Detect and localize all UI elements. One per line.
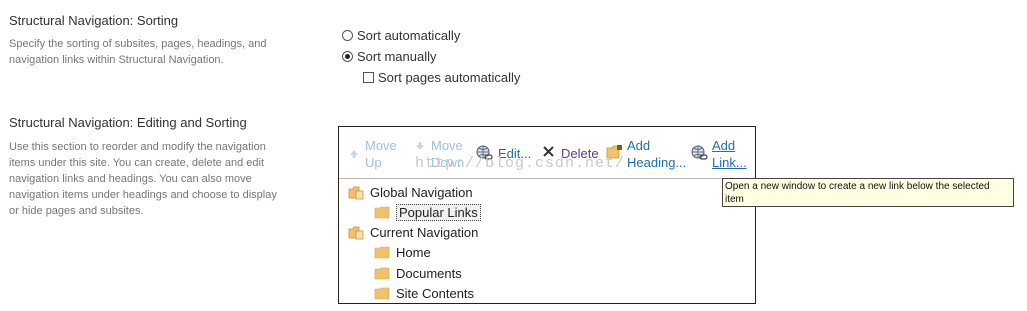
- add-link-button[interactable]: Add Link...: [691, 137, 747, 171]
- watermark: http://blog.csdn.net/: [415, 155, 626, 172]
- tree-node-site-contents[interactable]: Site Contents: [374, 284, 474, 302]
- heading-folder-icon: [348, 186, 364, 200]
- radio-selected-icon[interactable]: [342, 51, 353, 62]
- tree-label-current-navigation: Current Navigation: [370, 224, 479, 240]
- add-link-label-1: Add: [712, 138, 736, 153]
- sorting-section-title: Structural Navigation: Sorting: [9, 13, 179, 28]
- checkbox-icon[interactable]: [363, 72, 374, 83]
- folder-icon: [374, 267, 390, 280]
- editing-desc-line-2: items under this site. You can create, d…: [9, 157, 264, 169]
- move-up-button[interactable]: Move Up: [349, 137, 397, 171]
- editing-section-title: Structural Navigation: Editing and Sorti…: [9, 115, 247, 130]
- tree-label-popular-links: Popular Links: [396, 203, 481, 221]
- move-up-label-1: Move: [365, 138, 397, 153]
- tree-node-current-navigation[interactable]: Current Navigation: [348, 223, 478, 241]
- tree-label-site-contents: Site Contents: [396, 285, 475, 301]
- sorting-desc-line-1: Specify the sorting of subsites, pages, …: [9, 38, 267, 50]
- editing-desc-line-5: or hide pages and subsites.: [9, 205, 144, 217]
- arrow-up-icon: [349, 146, 359, 163]
- folder-icon: [374, 206, 390, 219]
- navigation-editor-panel: Move Up Move Down Edit... Delete Add Headin…: [338, 126, 756, 304]
- add-link-label-2: Link...: [712, 155, 747, 170]
- move-down-label-1: Move: [431, 138, 463, 153]
- tooltip-line-2: item: [725, 194, 744, 205]
- tree-label-global-navigation: Global Navigation: [370, 184, 473, 200]
- tooltip-line-1: Open a new window to create a new link b…: [725, 181, 990, 192]
- move-up-label-2: Up: [365, 155, 382, 170]
- editing-desc-line-1: Use this section to reorder and modify t…: [9, 141, 266, 153]
- heading-folder-icon: [348, 226, 364, 240]
- sort-automatically-label: Sort automatically: [357, 28, 461, 43]
- sort-pages-automatically-checkbox[interactable]: Sort pages automatically: [363, 70, 520, 85]
- radio-unselected-icon[interactable]: [342, 30, 353, 41]
- editing-section-description: Use this section to reorder and modify t…: [9, 139, 277, 219]
- link-globe-icon: [691, 145, 708, 166]
- sort-manually-label: Sort manually: [357, 49, 437, 64]
- tree-node-documents[interactable]: Documents: [374, 264, 462, 282]
- sort-manually-radio[interactable]: Sort manually: [342, 49, 436, 64]
- sort-automatically-radio[interactable]: Sort automatically: [342, 28, 460, 43]
- add-link-tooltip: Open a new window to create a new link b…: [722, 178, 1014, 207]
- tree-node-home[interactable]: Home: [374, 243, 431, 261]
- editing-desc-line-4: navigation items under headings and choo…: [9, 189, 277, 201]
- arrow-down-icon: [415, 138, 425, 155]
- sorting-section-description: Specify the sorting of subsites, pages, …: [9, 36, 266, 68]
- folder-icon: [374, 246, 390, 259]
- editing-desc-line-3: navigation links and headings. You can a…: [9, 173, 252, 185]
- tree-node-global-navigation[interactable]: Global Navigation: [348, 183, 473, 201]
- folder-icon: [374, 287, 390, 300]
- add-heading-label-2: Heading...: [627, 155, 687, 170]
- sort-pages-automatically-label: Sort pages automatically: [378, 70, 521, 85]
- tree-label-documents: Documents: [396, 265, 462, 281]
- tree-node-popular-links[interactable]: Popular Links: [374, 203, 481, 221]
- sorting-desc-line-2: navigation links within Structural Navig…: [9, 54, 224, 66]
- add-heading-label-1: Add: [627, 138, 651, 153]
- tree-label-home: Home: [396, 244, 431, 260]
